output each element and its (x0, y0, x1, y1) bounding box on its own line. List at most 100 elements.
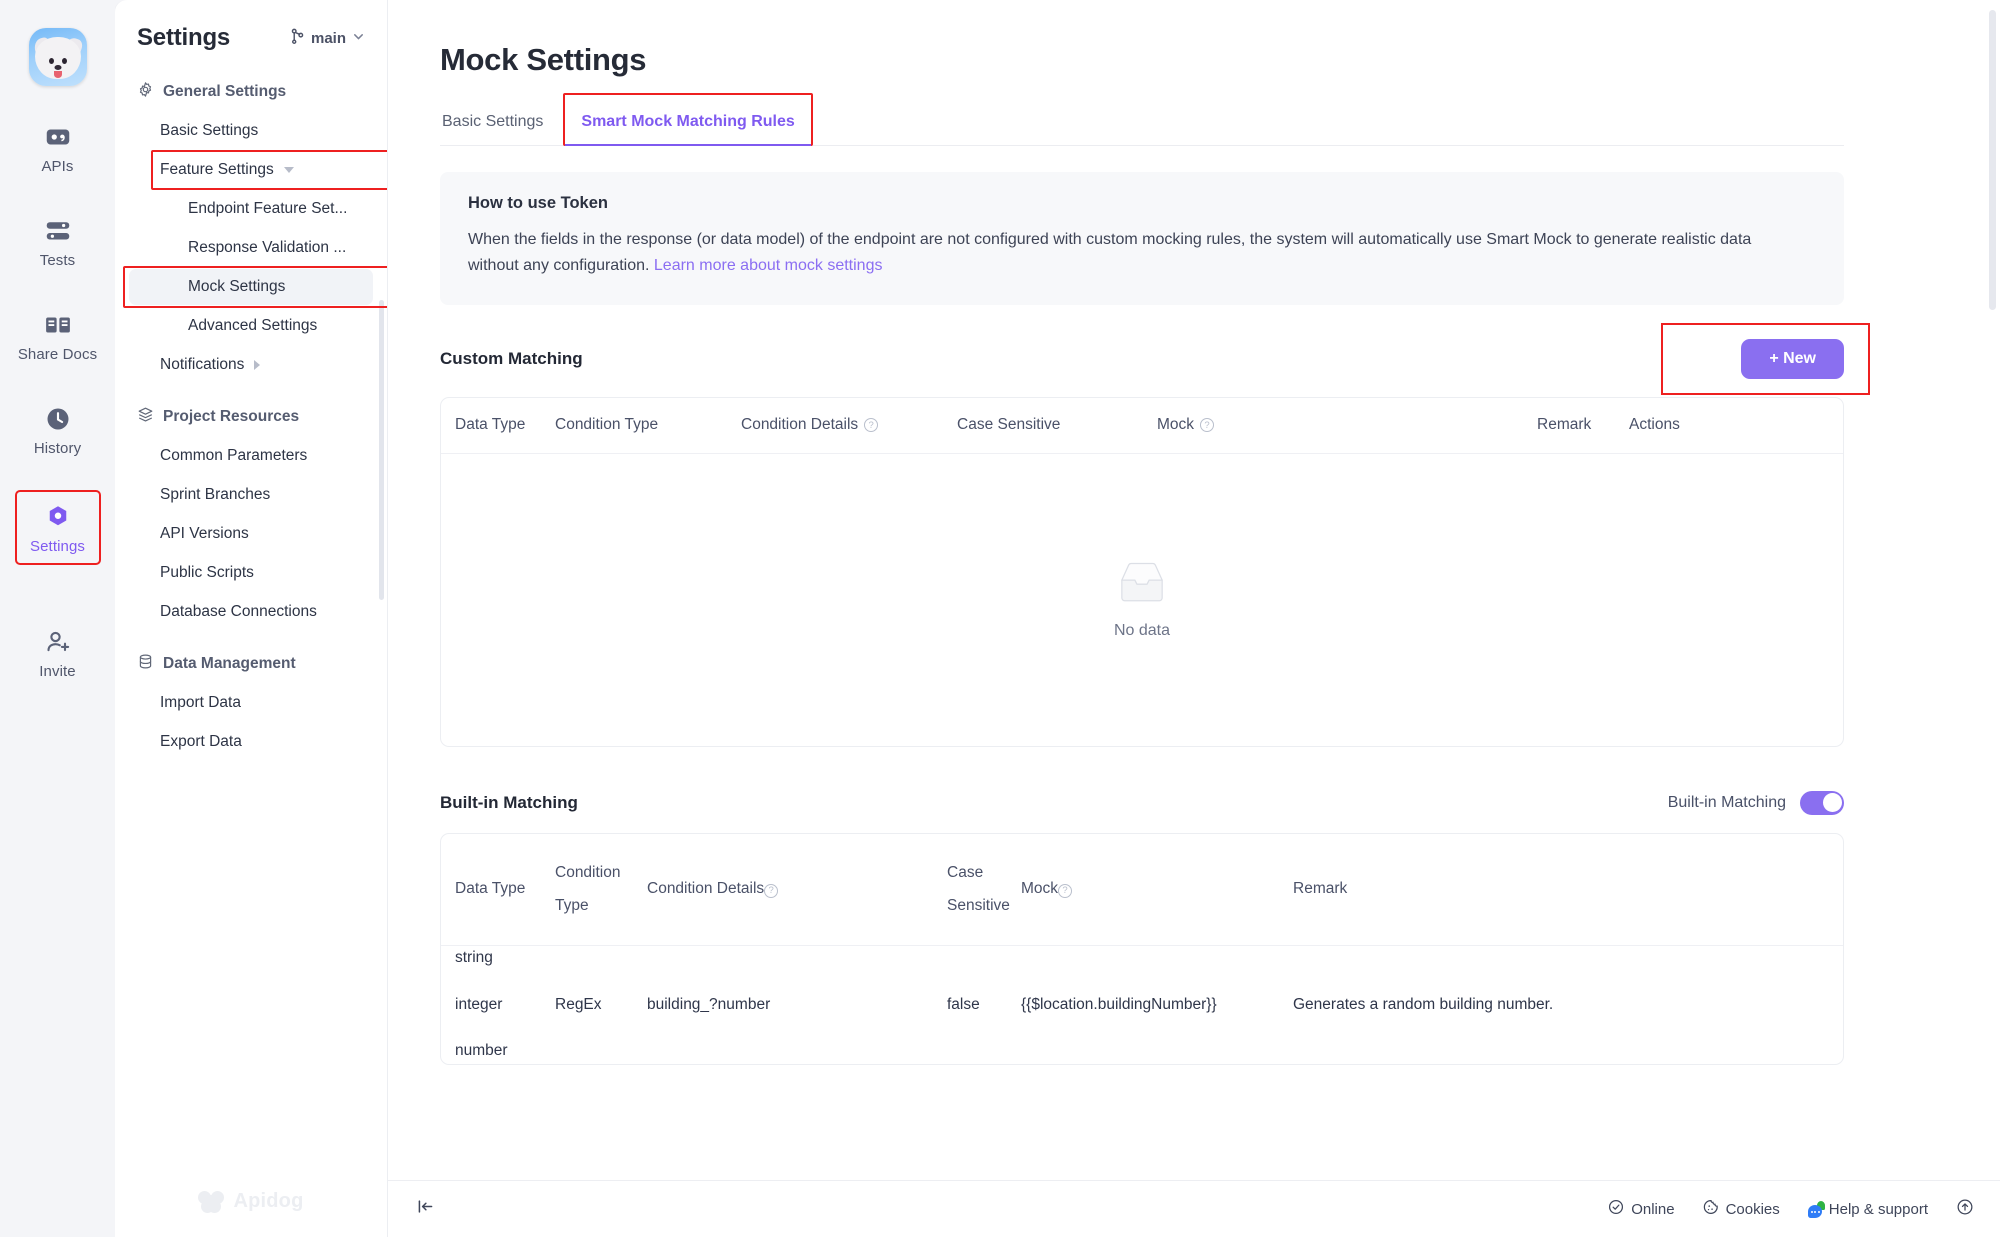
rail-item-label: History (33, 440, 82, 457)
new-button[interactable]: + New (1741, 338, 1844, 379)
rail-item-share-docs[interactable]: Share Docs (16, 304, 100, 368)
branch-selector[interactable]: main (290, 28, 365, 49)
help-icon[interactable]: ? (864, 418, 879, 433)
nav-item-label: Database Connections (160, 603, 317, 620)
sidebar-item-common-parameters[interactable]: Common Parameters (129, 438, 373, 474)
settings-nav: General Settings Basic Settings Feature … (115, 52, 387, 760)
check-circle-icon (1608, 1199, 1624, 1219)
learn-more-link[interactable]: Learn more about mock settings (654, 257, 883, 274)
column-label-line2: Sensitive (947, 896, 1010, 914)
nav-item-label: Public Scripts (160, 564, 254, 581)
app-root: APIs Tests Share Docs History Settings I… (0, 0, 2000, 1237)
tab-label: Smart Mock Matching Rules (581, 113, 795, 130)
column-label: Condition Details (741, 416, 859, 434)
table-row: string integer number RegEx building_?nu… (441, 946, 1843, 1064)
page-title: Mock Settings (440, 42, 647, 77)
toggle-label: Built-in Matching (1667, 793, 1786, 811)
status-help-support[interactable]: Help & support (1807, 1200, 1928, 1218)
cell-mock: {{$location.buildingNumber}} (1021, 995, 1217, 1013)
status-label: Cookies (1725, 1200, 1780, 1218)
empty-box-icon (1113, 559, 1171, 612)
custom-matching-title: Custom Matching (440, 348, 583, 368)
sidebar-item-database-connections[interactable]: Database Connections (129, 594, 373, 630)
column-label: Remark (1293, 880, 1348, 898)
builtin-matching-table: Data Type Condition Type Condition Detai… (440, 832, 1844, 1065)
nav-group-data-management[interactable]: Data Management (129, 646, 373, 682)
sidebar-item-advanced-settings[interactable]: Advanced Settings (129, 308, 373, 344)
info-banner-title: How to use Token (468, 194, 608, 212)
nav-item-label: Mock Settings (188, 278, 286, 295)
status-online[interactable]: Online (1608, 1199, 1675, 1219)
help-icon[interactable]: ? (1200, 418, 1215, 433)
column-label: Condition Details (647, 880, 765, 898)
column-header-actions: Actions (1629, 416, 1709, 434)
sidebar-item-mock-settings[interactable]: Mock Settings (123, 266, 387, 308)
nav-group-project-resources[interactable]: Project Resources (129, 399, 373, 435)
tab-smart-mock-matching-rules[interactable]: Smart Mock Matching Rules (563, 93, 813, 146)
project-avatar[interactable] (28, 28, 87, 86)
help-icon[interactable]: ? (1058, 884, 1073, 899)
column-label: Actions (1629, 416, 1680, 434)
nav-item-label: API Versions (160, 525, 249, 542)
column-label: Mock (1157, 416, 1195, 434)
sidebar-item-api-versions[interactable]: API Versions (129, 516, 373, 552)
rail-item-apis[interactable]: APIs (16, 116, 100, 180)
status-cookies[interactable]: Cookies (1703, 1199, 1780, 1219)
nav-item-label: Feature Settings (160, 161, 274, 178)
rail-item-label: Share Docs (17, 346, 98, 363)
column-header-condition-type: Condition Type (555, 416, 741, 434)
builtin-matching-toggle[interactable] (1800, 790, 1844, 815)
sidebar-item-sprint-branches[interactable]: Sprint Branches (129, 477, 373, 513)
column-label: Case Sensitive (957, 416, 1061, 434)
sidebar-item-notifications[interactable]: Notifications (129, 347, 373, 383)
status-bar-items: Online Cookies Help & support (1608, 1198, 1974, 1221)
sidebar-item-export-data[interactable]: Export Data (129, 724, 373, 760)
main-scroll-area: Mock Settings Basic Settings Smart Mock … (388, 0, 2000, 1180)
content-container: Mock Settings Basic Settings Smart Mock … (388, 42, 1908, 1065)
sidebar-item-import-data[interactable]: Import Data (129, 685, 373, 721)
column-label-line1: Condition (555, 863, 621, 881)
rail-item-history[interactable]: History (16, 398, 100, 462)
gear-icon (137, 81, 154, 103)
cell-condition-details: building_?number (647, 995, 771, 1013)
builtin-matching-header: Built-in Matching Built-in Matching (440, 790, 1844, 815)
column-label-line2: Type (555, 896, 589, 914)
rail-item-settings[interactable]: Settings (14, 490, 101, 565)
history-icon (43, 404, 73, 434)
column-header-mock: Mock? (1157, 416, 1537, 434)
database-icon (137, 653, 154, 675)
nav-item-label: Basic Settings (160, 122, 259, 139)
data-type-value: integer (455, 995, 503, 1013)
chevron-down-icon (283, 167, 294, 173)
sidebar-item-public-scripts[interactable]: Public Scripts (129, 555, 373, 591)
rail-item-label: Tests (39, 252, 76, 269)
sidebar-item-basic-settings[interactable]: Basic Settings (129, 113, 373, 149)
main-scrollbar[interactable] (1989, 10, 1996, 310)
settings-sidebar: Settings main General Settings Basic Set… (115, 0, 387, 1237)
sidebar-item-endpoint-feature-set[interactable]: Endpoint Feature Set... (129, 191, 373, 227)
sidebar-item-response-validation[interactable]: Response Validation ... (129, 230, 373, 266)
rail-item-label: APIs (41, 158, 74, 175)
rail-item-label: Invite (39, 663, 76, 680)
column-label-stack: Case Sensitive (947, 864, 1021, 915)
nav-group-label: General Settings (163, 83, 287, 100)
nav-item-label: Export Data (160, 733, 242, 750)
toggle-knob (1822, 793, 1842, 813)
new-button-wrapper: + New (1661, 322, 1870, 395)
sidebar-scrollbar[interactable] (379, 300, 384, 600)
column-header-case-sensitive: Case Sensitive (947, 864, 1021, 915)
nav-group-label: Data Management (163, 655, 296, 672)
chevron-down-icon (352, 30, 365, 47)
tab-basic-settings[interactable]: Basic Settings (440, 104, 545, 145)
rail-item-tests[interactable]: Tests (16, 210, 100, 274)
nav-group-general-settings[interactable]: General Settings (129, 74, 373, 110)
collapse-left-icon[interactable] (416, 1197, 435, 1221)
column-label: Data Type (455, 880, 526, 898)
sidebar-item-feature-settings[interactable]: Feature Settings (129, 150, 387, 190)
status-label: Help & support (1828, 1200, 1928, 1218)
rail-item-invite[interactable]: Invite (16, 621, 100, 685)
column-label: Data Type (455, 416, 526, 434)
column-header-condition-type: Condition Type (555, 863, 647, 915)
arrow-up-circle-icon[interactable] (1956, 1198, 1974, 1221)
help-icon[interactable]: ? (764, 884, 779, 899)
